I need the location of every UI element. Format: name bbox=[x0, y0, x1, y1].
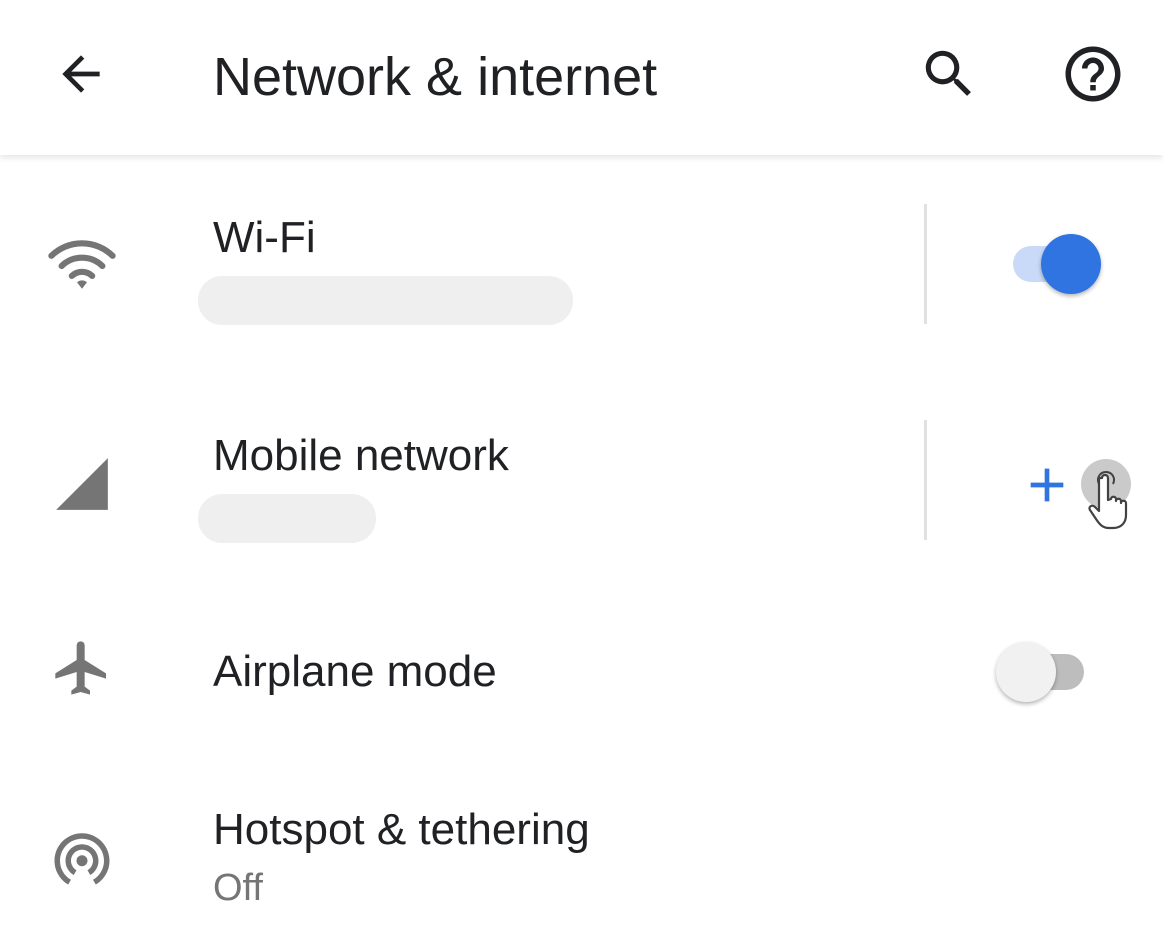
list-item-hotspot-tethering[interactable]: Hotspot & tethering Off bbox=[0, 790, 1163, 926]
hotspot-tethering-summary: Off bbox=[213, 867, 263, 909]
wifi-toggle-thumb bbox=[1041, 234, 1101, 294]
hotspot-icon bbox=[40, 816, 124, 900]
wifi-summary-redacted bbox=[198, 276, 573, 325]
search-icon bbox=[925, 50, 971, 96]
mobile-network-divider bbox=[924, 420, 927, 540]
airplane-mode-title: Airplane mode bbox=[213, 647, 497, 696]
mobile-network-title: Mobile network bbox=[213, 431, 509, 480]
list-item-mobile-network[interactable]: Mobile network bbox=[0, 408, 1163, 568]
help-icon bbox=[1065, 46, 1121, 102]
search-button[interactable] bbox=[914, 42, 984, 106]
add-mobile-network-button[interactable] bbox=[1012, 450, 1082, 520]
wifi-icon bbox=[40, 222, 124, 306]
help-button[interactable] bbox=[1058, 42, 1128, 106]
page-title: Network & internet bbox=[213, 47, 658, 107]
mobile-network-summary-redacted bbox=[198, 494, 376, 543]
add-icon bbox=[1030, 468, 1064, 502]
hotspot-tethering-title: Hotspot & tethering bbox=[213, 805, 590, 854]
touch-pointer-icon bbox=[1078, 458, 1138, 536]
cellular-signal-icon bbox=[40, 442, 124, 526]
wifi-title: Wi-Fi bbox=[213, 213, 316, 262]
wifi-toggle[interactable] bbox=[1003, 230, 1103, 294]
arrow-back-icon bbox=[62, 55, 100, 93]
wifi-divider bbox=[924, 204, 927, 324]
list-item-wifi[interactable]: Wi-Fi bbox=[0, 190, 1163, 350]
back-button[interactable] bbox=[46, 42, 116, 106]
list-item-airplane-mode[interactable]: Airplane mode bbox=[0, 618, 1163, 728]
airplane-icon bbox=[40, 626, 124, 710]
app-bar: Network & internet bbox=[0, 0, 1163, 155]
airplane-mode-toggle-thumb bbox=[996, 642, 1056, 702]
airplane-mode-toggle[interactable] bbox=[996, 638, 1098, 702]
